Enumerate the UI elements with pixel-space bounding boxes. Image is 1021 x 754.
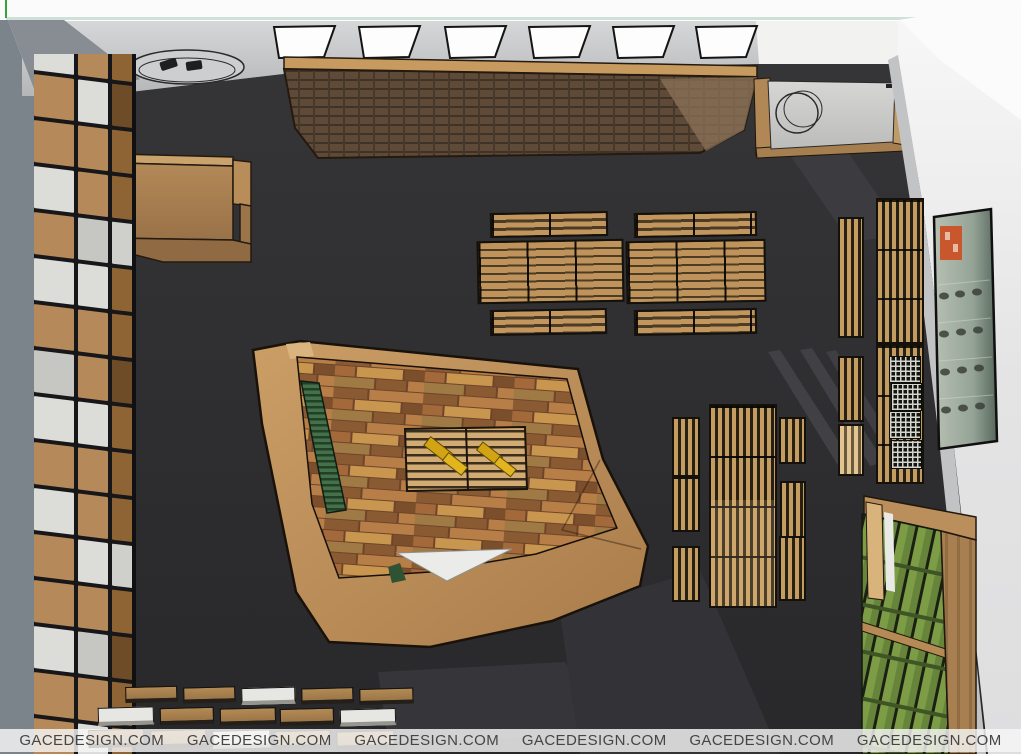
watermark-text: GACEDESIGN.COM xyxy=(354,732,499,749)
display-box xyxy=(160,707,214,725)
reception-desk xyxy=(116,154,251,262)
watermark-text: GACEDESIGN.COM xyxy=(187,732,332,749)
shelf-cube xyxy=(112,130,134,175)
shelf-cube xyxy=(112,314,134,359)
display-box xyxy=(301,687,353,704)
shelf-cube xyxy=(112,268,134,313)
watermark-text: GACEDESIGN.COM xyxy=(857,732,1002,749)
shelf-cube xyxy=(112,452,134,497)
shelf-cube xyxy=(34,626,74,673)
wire-basket-1 xyxy=(889,356,921,383)
shelf-cube xyxy=(112,84,134,129)
slat-bench-left-1 xyxy=(672,417,700,477)
shelf-cube xyxy=(112,636,134,681)
shelf-cube xyxy=(78,263,108,309)
shelf-cube xyxy=(34,74,74,121)
shelf-cube xyxy=(34,534,74,581)
shelf-cube xyxy=(78,539,108,585)
shelf-cube xyxy=(78,401,108,447)
shelf-cube xyxy=(78,54,108,79)
slat-bench-right-3 xyxy=(779,536,806,601)
shelf-cube xyxy=(112,544,134,589)
slat-table-small-3 xyxy=(490,308,607,336)
wall-slat-shelf-narrow-1 xyxy=(838,217,864,338)
green-cubby-cabinet xyxy=(862,496,976,754)
light-reflection xyxy=(711,500,775,606)
slat-table-small-2 xyxy=(634,211,757,238)
display-box xyxy=(241,687,295,705)
shelf-cube xyxy=(34,258,74,305)
watermark-text: GACEDESIGN.COM xyxy=(522,732,667,749)
wall-poster xyxy=(934,209,997,449)
shelf-cube xyxy=(78,171,108,217)
wire-basket-4 xyxy=(891,440,922,469)
shelf-cube xyxy=(34,304,74,351)
wall-slat-shelf-wide-1 xyxy=(876,198,924,344)
watermark-band: GACEDESIGN.COM GACEDESIGN.COM GACEDESIGN… xyxy=(0,729,1021,752)
shelf-cube xyxy=(34,166,74,213)
display-box xyxy=(220,707,276,725)
watermark-text: GACEDESIGN.COM xyxy=(19,732,164,749)
display-box xyxy=(359,688,413,705)
wire-basket-2 xyxy=(891,383,922,411)
shelf-cube xyxy=(78,79,108,125)
shelf-cube xyxy=(112,222,134,267)
wire-basket-3 xyxy=(889,411,921,439)
display-panel xyxy=(284,57,757,158)
display-box xyxy=(98,706,154,725)
shelf-cube xyxy=(112,498,134,543)
shelf-cube xyxy=(34,580,74,627)
shelf-cube xyxy=(78,217,108,263)
cube-grid xyxy=(34,54,132,754)
slat-table-large-1 xyxy=(476,239,624,305)
shelf-cube xyxy=(34,672,74,719)
shelf-cube xyxy=(78,631,108,677)
slat-bench-center xyxy=(709,404,777,608)
wall-slat-shelf-narrow-2 xyxy=(838,356,864,422)
shelf-cube xyxy=(112,360,134,405)
shelf-cube xyxy=(78,125,108,171)
shelf-cube xyxy=(34,54,74,75)
shelf-cube xyxy=(34,442,74,489)
shelf-cube xyxy=(34,120,74,167)
slat-bench-right-1 xyxy=(779,417,806,464)
shelf-cube xyxy=(34,212,74,259)
shelf-cube xyxy=(34,396,74,443)
shelf-cube xyxy=(34,350,74,397)
left-cube-shelving xyxy=(34,54,136,754)
display-box xyxy=(340,708,396,726)
display-box xyxy=(280,708,334,726)
top-accent-line xyxy=(6,17,1015,20)
watermark-text: GACEDESIGN.COM xyxy=(689,732,834,749)
shelf-cube xyxy=(112,406,134,451)
interior-render-top-view: GACEDESIGN.COM GACEDESIGN.COM GACEDESIGN… xyxy=(0,0,1021,754)
white-counter-box xyxy=(754,78,905,158)
shelf-cube xyxy=(112,590,134,635)
shelf-cube xyxy=(34,488,74,535)
shelf-cube xyxy=(78,493,108,539)
slat-table-large-2 xyxy=(625,239,766,304)
slat-bench-right-2 xyxy=(780,481,806,539)
display-box xyxy=(125,686,177,703)
render-base xyxy=(0,0,1021,754)
green-axis-line xyxy=(5,0,7,18)
slat-bench-left-2 xyxy=(672,477,700,532)
shelf-cube xyxy=(78,309,108,355)
wall-slat-shelf-narrow-3 xyxy=(838,424,864,476)
slat-table-small-4 xyxy=(634,308,757,336)
shelf-cube xyxy=(78,355,108,401)
poster-logo-square xyxy=(940,226,962,260)
display-box xyxy=(183,686,235,703)
shelf-cube xyxy=(112,176,134,221)
shelf-cube xyxy=(78,585,108,631)
shelf-cube xyxy=(112,54,134,82)
shelf-cube xyxy=(78,447,108,493)
slat-table-small-1 xyxy=(490,211,608,238)
oval-ceiling-fixture xyxy=(130,50,244,84)
slat-bench-left-3 xyxy=(672,546,700,602)
